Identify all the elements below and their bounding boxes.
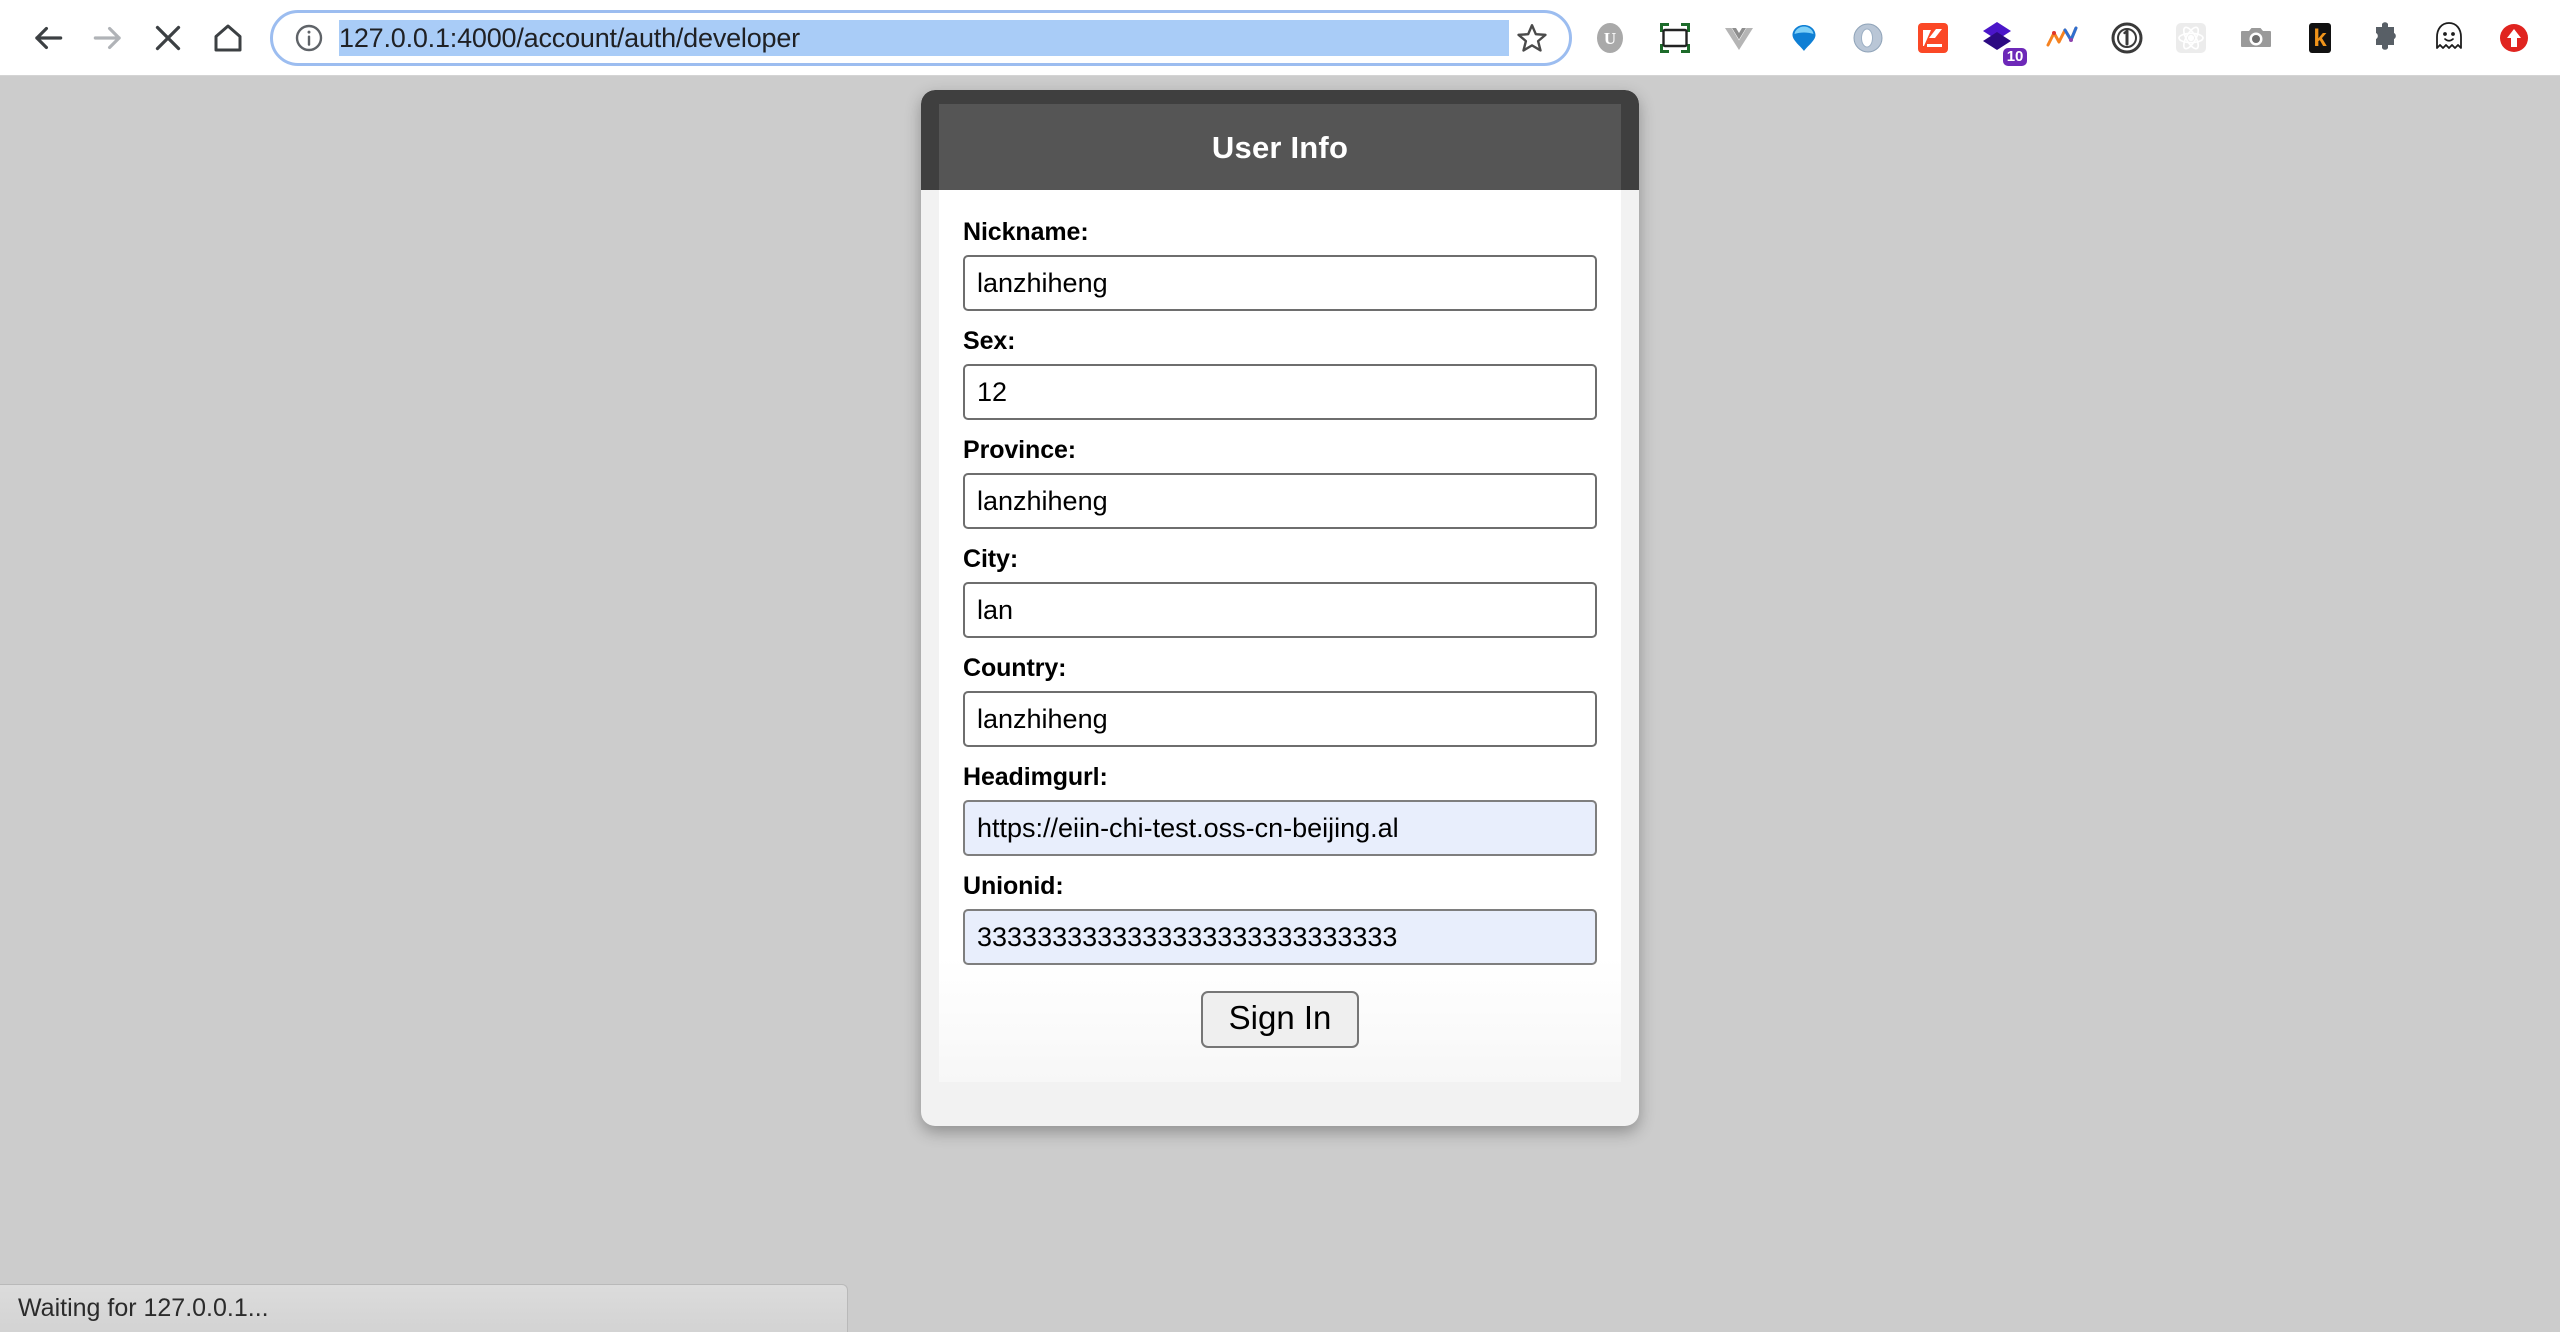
camera-glyph <box>2240 27 2271 47</box>
field-country: Country: <box>963 654 1597 747</box>
home-icon <box>214 24 242 51</box>
back-button[interactable] <box>18 8 78 68</box>
label-sex: Sex: <box>963 327 1016 355</box>
city-input[interactable] <box>963 582 1597 638</box>
vue-devtools-glyph <box>1725 27 1754 50</box>
onepassword-icon[interactable] <box>2105 16 2149 60</box>
url-input[interactable]: 127.0.0.1:4000/account/auth/developer <box>339 19 1509 56</box>
screen-capture-icon[interactable] <box>1653 16 1697 60</box>
status-text: Waiting for 127.0.0.1... <box>18 1294 269 1322</box>
kanban-k-icon[interactable]: k <box>2298 16 2342 60</box>
react-devtools-icon[interactable] <box>2169 16 2213 60</box>
stacked-diamonds-icon[interactable]: 10 <box>1975 16 2028 66</box>
code-snippet-glyph <box>1917 22 1948 53</box>
ghost-glyph <box>2436 21 2463 49</box>
code-snippet-icon[interactable] <box>1911 16 1955 60</box>
bookmark-button[interactable] <box>1509 15 1555 61</box>
stop-button[interactable] <box>138 8 198 68</box>
field-sex: Sex: <box>963 327 1597 420</box>
field-nickname: Nickname: <box>963 218 1597 311</box>
label-city: City: <box>963 545 1019 573</box>
address-bar[interactable]: 127.0.0.1:4000/account/auth/developer <box>270 9 1572 66</box>
field-headimgurl: Headimgurl: <box>963 763 1597 856</box>
field-province: Province: <box>963 436 1597 529</box>
ring-icon[interactable] <box>1846 16 1890 60</box>
province-input[interactable] <box>963 473 1597 529</box>
site-info-button[interactable] <box>291 20 327 56</box>
country-input[interactable] <box>963 691 1597 747</box>
status-bar: Waiting for 127.0.0.1... <box>0 1284 848 1332</box>
react-devtools-glyph <box>2176 22 2207 53</box>
forward-button[interactable] <box>78 8 138 68</box>
form-actions: Sign In <box>963 991 1597 1049</box>
puzzle-piece-icon[interactable] <box>2363 16 2407 60</box>
screen-capture-glyph <box>1659 22 1690 53</box>
label-country: Country: <box>963 654 1067 682</box>
kanban-k-glyph: k <box>2309 22 2332 53</box>
browser-toolbar: 127.0.0.1:4000/account/auth/developer U <box>0 0 2560 76</box>
card-header-inner: User Info <box>939 104 1621 190</box>
onepassword-glyph <box>2111 22 2142 53</box>
close-icon <box>155 25 181 50</box>
star-icon <box>1517 23 1547 52</box>
svg-text:k: k <box>2314 25 2328 52</box>
page-viewport: User Info Nickname: Sex: Province: City: <box>0 76 2560 1332</box>
ublock-origin-glyph: U <box>1597 22 1623 53</box>
nickname-input[interactable] <box>963 255 1597 311</box>
headimgurl-input[interactable] <box>963 800 1597 856</box>
forward-arrow-icon <box>93 26 121 49</box>
field-unionid: Unionid: <box>963 872 1597 965</box>
user-info-form: Nickname: Sex: Province: City: Country: <box>939 190 1621 1083</box>
field-city: City: <box>963 545 1597 638</box>
blue-diamond-glyph <box>1790 22 1817 53</box>
puzzle-piece-glyph <box>2375 21 2396 50</box>
back-arrow-icon <box>35 26 63 49</box>
camera-icon[interactable] <box>2234 16 2278 60</box>
svg-text:U: U <box>1604 29 1616 48</box>
user-info-card: User Info Nickname: Sex: Province: City: <box>921 90 1639 1127</box>
blue-diamond-icon[interactable] <box>1782 16 1826 60</box>
label-nickname: Nickname: <box>963 218 1089 246</box>
label-province: Province: <box>963 436 1077 464</box>
info-icon <box>295 24 323 51</box>
upload-arrow-icon[interactable] <box>2492 16 2536 60</box>
ring-glyph <box>1853 23 1883 52</box>
page-title: User Info <box>1211 130 1349 165</box>
label-unionid: Unionid: <box>963 872 1064 900</box>
chart-line-glyph <box>2046 26 2078 46</box>
vue-devtools-icon[interactable] <box>1717 16 1761 60</box>
upload-arrow-glyph <box>2499 23 2528 52</box>
label-headimgurl: Headimgurl: <box>963 763 1108 791</box>
card-header: User Info <box>921 90 1639 190</box>
ublock-origin-icon[interactable]: U <box>1588 16 1632 60</box>
sign-in-button[interactable]: Sign In <box>1200 991 1360 1049</box>
extensions-tray: U 10 k <box>1588 16 2542 66</box>
unionid-input[interactable] <box>963 909 1597 965</box>
chart-line-icon[interactable] <box>2040 16 2084 60</box>
home-button[interactable] <box>198 8 258 68</box>
extension-badge-count: 10 <box>2002 47 2028 66</box>
ghost-icon[interactable] <box>2427 16 2471 60</box>
sex-input[interactable] <box>963 364 1597 420</box>
